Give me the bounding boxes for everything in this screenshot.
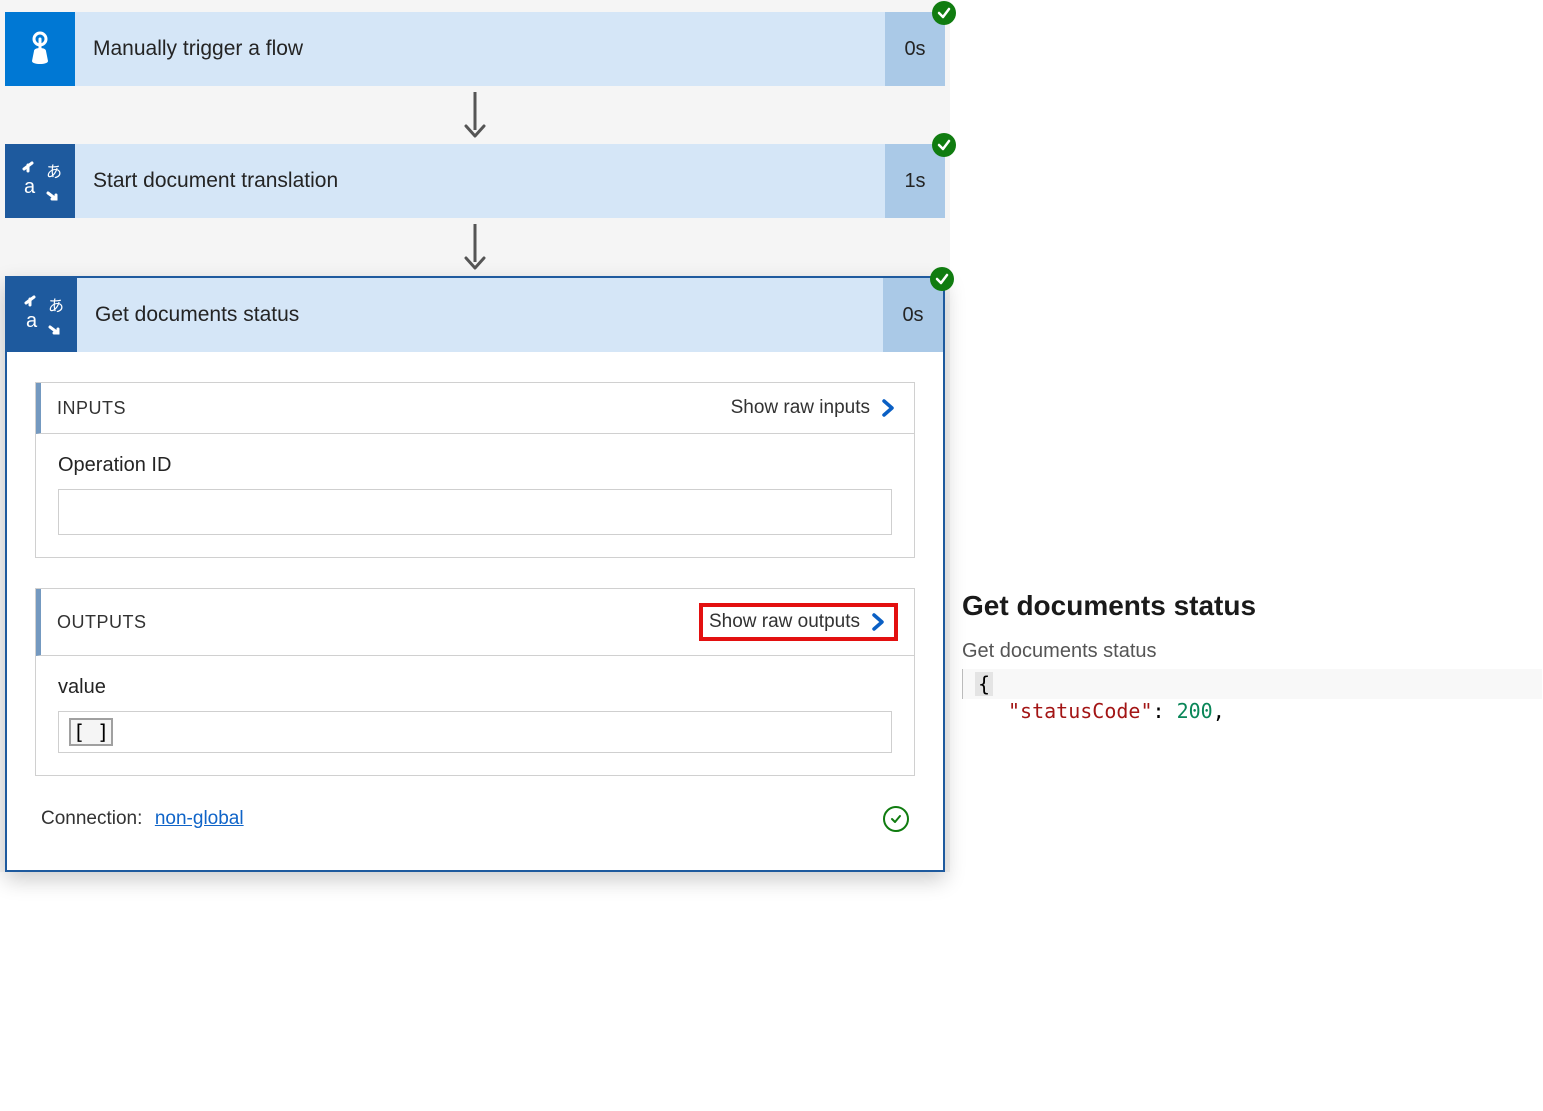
inputs-label: INPUTS — [57, 398, 126, 419]
raw-output-title: Get documents status — [962, 590, 1542, 622]
json-value: 200 — [1177, 699, 1213, 723]
svg-text:a: a — [24, 176, 36, 198]
show-raw-outputs-text: Show raw outputs — [709, 611, 860, 633]
connection-value-link[interactable]: non-global — [155, 808, 244, 829]
raw-output-subtitle: Get documents status — [962, 640, 1542, 663]
inputs-content: Operation ID — [36, 434, 914, 557]
raw-output-panel: Get documents status Get documents statu… — [962, 590, 1542, 723]
expanded-step-header[interactable]: あ a Get documents status 0s — [7, 278, 943, 352]
flow-canvas: Manually trigger a flow 0s あ a Start doc… — [0, 0, 950, 872]
value-content: [ ] — [69, 718, 113, 746]
expanded-body: INPUTS Show raw inputs Operation ID — [7, 352, 943, 870]
step-duration: 0s — [885, 12, 945, 86]
operation-id-input[interactable] — [58, 489, 892, 535]
connection-text: Connection: non-global — [41, 808, 244, 830]
flow-step-start-translation[interactable]: あ a Start document translation 1s — [5, 144, 945, 218]
translate-icon: あ a — [5, 144, 75, 218]
flow-step-get-documents-status: あ a Get documents status 0s INPUTS Show … — [5, 276, 945, 872]
step-duration: 0s — [883, 278, 943, 352]
chevron-right-icon — [878, 398, 898, 418]
outputs-section: OUTPUTS Show raw outputs value [ ] — [35, 588, 915, 776]
outputs-content: value [ ] — [36, 656, 914, 775]
json-colon: : — [1153, 699, 1165, 723]
show-raw-outputs-link[interactable]: Show raw outputs — [709, 611, 888, 633]
success-check-icon — [932, 1, 956, 25]
arrow-connector — [5, 218, 945, 276]
outputs-label: OUTPUTS — [57, 612, 147, 633]
value-label: value — [58, 676, 892, 699]
value-box: [ ] — [58, 711, 892, 753]
operation-id-label: Operation ID — [58, 454, 892, 477]
step-title: Manually trigger a flow — [75, 12, 885, 86]
svg-text:あ: あ — [46, 163, 62, 181]
show-raw-inputs-text: Show raw inputs — [731, 397, 870, 419]
svg-text:a: a — [26, 310, 38, 332]
step-title: Get documents status — [77, 278, 883, 352]
json-key: "statusCode" — [1008, 699, 1153, 723]
chevron-right-icon — [868, 612, 888, 632]
connection-label: Connection: — [41, 808, 142, 829]
inputs-section: INPUTS Show raw inputs Operation ID — [35, 382, 915, 558]
json-viewer: { — [962, 669, 1542, 699]
flow-step-manual-trigger[interactable]: Manually trigger a flow 0s — [5, 12, 945, 86]
manual-trigger-icon — [5, 12, 75, 86]
json-line: "statusCode": 200, — [962, 699, 1542, 723]
success-ring-icon — [883, 806, 909, 832]
success-check-icon — [930, 267, 954, 291]
connection-row: Connection: non-global — [35, 806, 915, 850]
show-raw-outputs-highlight: Show raw outputs — [699, 603, 898, 641]
arrow-connector — [5, 86, 945, 144]
success-check-icon — [932, 133, 956, 157]
json-comma: , — [1213, 699, 1225, 723]
svg-text:あ: あ — [48, 297, 64, 315]
outputs-header: OUTPUTS Show raw outputs — [36, 589, 914, 656]
json-brace: { — [975, 672, 993, 696]
translate-icon: あ a — [7, 278, 77, 352]
show-raw-inputs-link[interactable]: Show raw inputs — [731, 397, 898, 419]
inputs-header: INPUTS Show raw inputs — [36, 383, 914, 434]
step-title: Start document translation — [75, 144, 885, 218]
step-duration: 1s — [885, 144, 945, 218]
